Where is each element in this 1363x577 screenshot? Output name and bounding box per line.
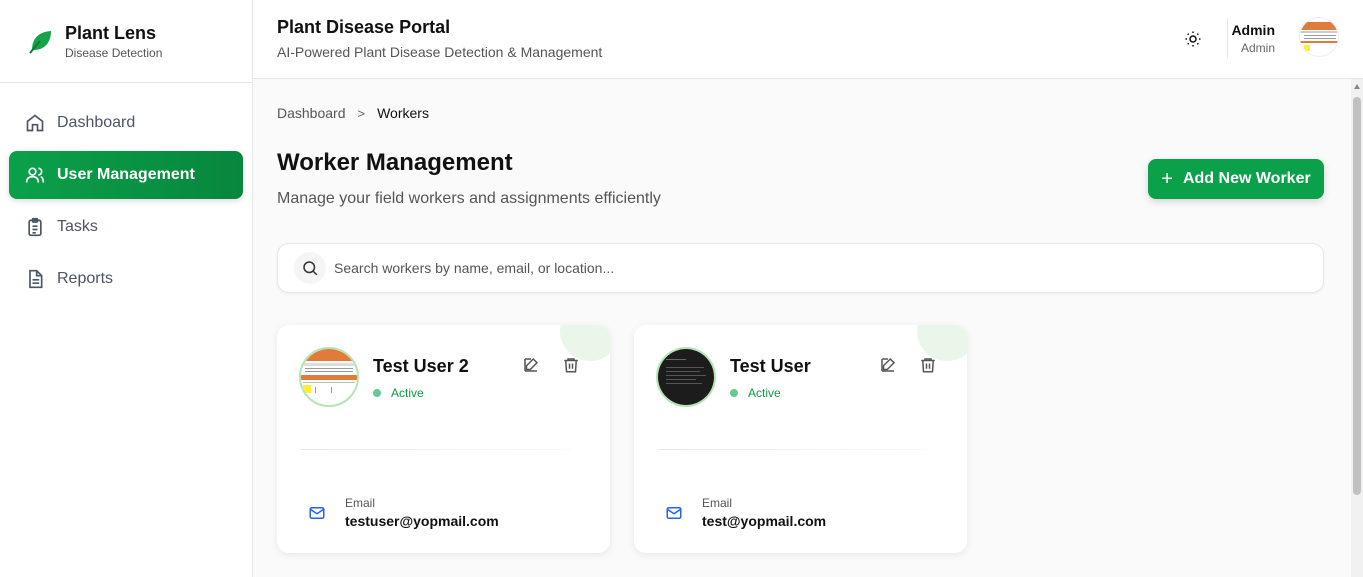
email-label: Email	[702, 496, 733, 510]
add-new-worker-label: Add New Worker	[1182, 170, 1311, 187]
status-dot-icon	[373, 389, 381, 397]
search-icon	[294, 252, 326, 284]
theme-toggle-button[interactable]	[1181, 27, 1205, 51]
email-value: test@yopmail.com	[702, 513, 827, 529]
worker-card: Test User 2 Active Email testuser@yopmai…	[277, 325, 610, 553]
page-subtitle: Manage your field workers and assignment…	[277, 190, 661, 207]
worker-card: Test User Active Email test@yopmail.com	[634, 325, 967, 553]
portal-subtitle: AI-Powered Plant Disease Detection & Man…	[277, 44, 603, 60]
top-header: Plant Disease Portal AI-Powered Plant Di…	[253, 0, 1363, 79]
mail-icon	[666, 507, 682, 519]
clipboard-icon	[25, 217, 45, 237]
search-input[interactable]	[334, 260, 1234, 276]
file-text-icon	[25, 269, 45, 289]
search-bar	[277, 243, 1324, 293]
header-user-role: Admin	[1240, 41, 1275, 55]
users-icon	[25, 165, 45, 185]
sidebar-item-user-management[interactable]: User Management	[9, 151, 243, 199]
brand-title: Plant Lens	[65, 23, 157, 43]
breadcrumb-current: Workers	[377, 105, 429, 121]
worker-avatar	[656, 347, 716, 407]
mail-icon	[309, 507, 325, 519]
brand: Plant Lens Disease Detection	[0, 0, 252, 83]
leaf-icon	[29, 31, 51, 54]
header-user-name: Admin	[1231, 22, 1275, 38]
breadcrumb-dashboard[interactable]: Dashboard	[277, 105, 346, 121]
scroll-up-arrow-icon[interactable]	[1354, 84, 1360, 89]
brand-subtitle: Disease Detection	[65, 46, 163, 60]
chevron-right-icon: >	[357, 105, 366, 121]
edit-icon[interactable]	[522, 356, 540, 374]
edit-icon[interactable]	[879, 356, 897, 374]
card-divider	[301, 449, 571, 450]
vertical-scrollbar[interactable]	[1351, 79, 1363, 577]
email-value: testuser@yopmail.com	[345, 513, 499, 529]
sidebar-item-reports[interactable]: Reports	[9, 255, 243, 303]
worker-name: Test User 2	[373, 356, 469, 376]
sidebar-nav: Dashboard User Management Tasks Reports	[0, 83, 252, 323]
status-dot-icon	[730, 389, 738, 397]
sun-icon	[1185, 31, 1201, 47]
header-divider	[1227, 18, 1228, 58]
main-content: Dashboard > Workers Worker Management Ma…	[253, 79, 1351, 577]
sidebar-item-label: Reports	[57, 270, 114, 287]
sidebar-item-tasks[interactable]: Tasks	[9, 203, 243, 251]
status-label: Active	[748, 386, 781, 400]
scrollbar-thumb[interactable]	[1353, 97, 1361, 495]
sidebar-item-dashboard[interactable]: Dashboard	[9, 99, 243, 147]
home-icon	[25, 113, 45, 133]
trash-icon[interactable]	[919, 356, 937, 374]
add-new-worker-button[interactable]: + Add New Worker	[1148, 159, 1324, 199]
sidebar-item-label: Dashboard	[57, 114, 136, 131]
page-title: Worker Management	[277, 149, 513, 176]
trash-icon[interactable]	[562, 356, 580, 374]
breadcrumb: Dashboard > Workers	[277, 105, 429, 121]
worker-name: Test User	[730, 356, 811, 376]
status-label: Active	[391, 386, 424, 400]
status-badge: Active	[730, 386, 781, 400]
header-avatar[interactable]	[1299, 17, 1339, 57]
status-badge: Active	[373, 386, 424, 400]
sidebar-item-label: User Management	[57, 166, 195, 183]
portal-title: Plant Disease Portal	[277, 17, 451, 37]
worker-avatar	[299, 347, 359, 407]
sidebar-item-label: Tasks	[57, 218, 98, 235]
sidebar: Plant Lens Disease Detection Dashboard U…	[0, 0, 253, 577]
card-divider	[658, 449, 928, 450]
plus-icon: +	[1161, 167, 1173, 190]
email-label: Email	[345, 496, 376, 510]
